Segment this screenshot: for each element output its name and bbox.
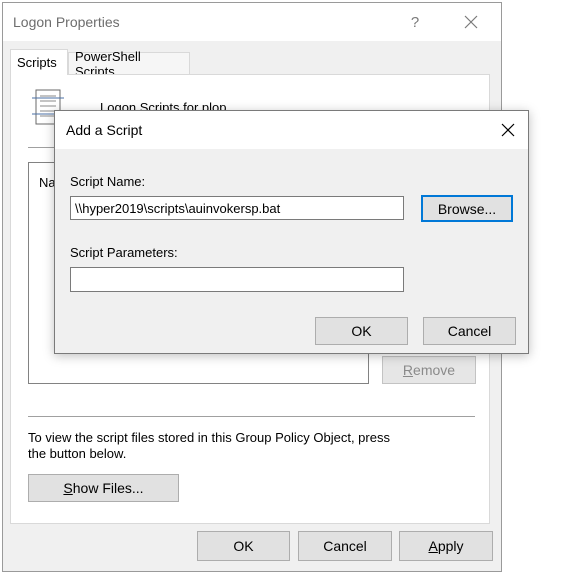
dialog-close-button[interactable]: [487, 111, 528, 149]
dialog-cancel-label: Cancel: [447, 323, 492, 339]
remove-button[interactable]: Remove: [382, 356, 476, 384]
dialog-ok-label: OK: [351, 323, 372, 339]
close-button[interactable]: [449, 3, 493, 41]
window-title: Logon Properties: [13, 14, 120, 30]
apply-button[interactable]: Apply: [399, 531, 493, 561]
close-icon: [464, 15, 478, 29]
show-files-label: Show Files...: [63, 480, 144, 496]
script-parameters-input[interactable]: [70, 267, 404, 292]
dialog-ok-button[interactable]: OK: [315, 317, 408, 345]
help-icon: ?: [410, 13, 420, 31]
apply-label: Apply: [428, 538, 464, 554]
script-parameters-label: Script Parameters:: [70, 245, 178, 260]
dialog-title: Add a Script: [66, 122, 143, 138]
script-name-label: Script Name:: [70, 174, 146, 189]
browse-label: Browse...: [437, 200, 497, 217]
script-name-input[interactable]: \\hyper2019\scripts\auinvokersp.bat: [70, 196, 404, 220]
dialog-title-bar: Add a Script: [55, 111, 528, 149]
info-text: To view the script files stored in this …: [28, 430, 390, 461]
tab-scripts-label: Scripts: [17, 55, 57, 70]
show-files-button[interactable]: Show Files...: [28, 474, 179, 502]
tab-powershell-scripts[interactable]: PowerShell Scripts: [68, 49, 190, 79]
close-icon: [501, 123, 514, 137]
dialog-cancel-button[interactable]: Cancel: [423, 317, 516, 345]
help-button[interactable]: ?: [397, 3, 433, 41]
cancel-label: Cancel: [323, 538, 367, 554]
divider: [28, 416, 475, 417]
tab-scripts[interactable]: Scripts: [10, 49, 68, 75]
cancel-button[interactable]: Cancel: [298, 531, 392, 561]
browse-button[interactable]: Browse...: [421, 195, 513, 222]
ok-label: OK: [233, 538, 254, 554]
ok-button[interactable]: OK: [197, 531, 290, 561]
add-script-dialog: Add a Script Script Name: \\hyper2019\sc…: [54, 110, 529, 354]
title-bar: Logon Properties ?: [3, 3, 501, 41]
remove-button-label: Remove: [402, 362, 456, 378]
